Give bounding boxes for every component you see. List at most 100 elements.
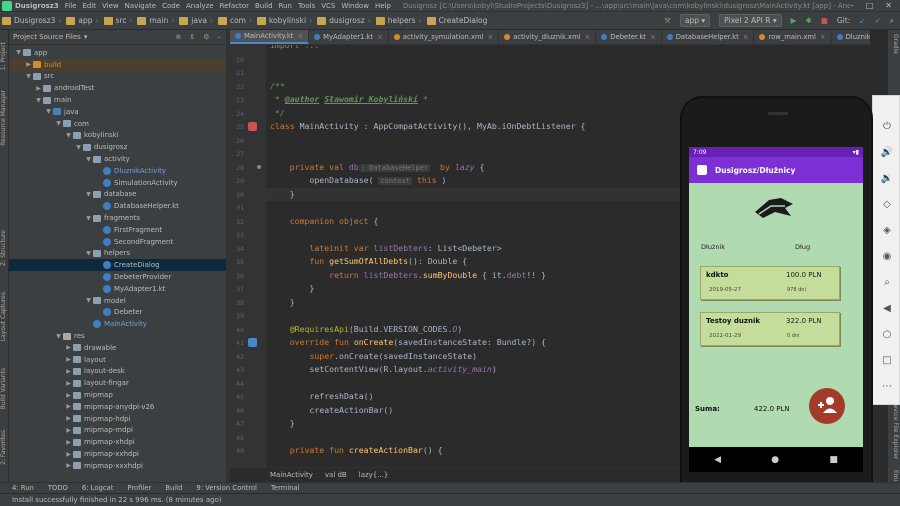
chevron-down-icon[interactable]: ▼ (85, 297, 92, 304)
tool-build-variants[interactable]: Build Variants (0, 368, 9, 409)
tree-item[interactable]: ▼ fragments (9, 212, 226, 224)
camera-icon[interactable]: ◉ (880, 250, 894, 264)
menu-run[interactable]: Run (279, 2, 292, 10)
code-line[interactable]: refreshData() (270, 391, 373, 401)
close-icon[interactable]: ✕ (885, 1, 892, 10)
tool-logcat[interactable]: 6: Logcat (82, 484, 113, 492)
code-line[interactable]: override fun onCreate(savedInstanceState… (270, 337, 546, 347)
tree-item[interactable]: ▼ helpers (9, 248, 226, 260)
menu-tools[interactable]: Tools (298, 2, 315, 10)
nav-recents-icon[interactable]: ■ (829, 455, 838, 465)
chevron-right-icon[interactable]: ▶ (65, 415, 72, 422)
tree-item[interactable]: SimulationActivity (9, 177, 226, 189)
tree-item[interactable]: ▶ mipmap-xhdpi (9, 436, 226, 448)
tree-item[interactable]: ▶ mipmap-mdpi (9, 425, 226, 437)
tree-item[interactable]: ▶ mipmap-xxhdpi (9, 448, 226, 460)
tree-item[interactable]: MainActivity (9, 318, 226, 330)
debtor-card[interactable]: kdkto 100.0 PLN 2019-05-27 978 dni (700, 266, 840, 300)
code-line[interactable]: setContentView(R.layout.activity_main) (270, 364, 496, 374)
crumb-item[interactable]: CreateDialog (439, 16, 488, 25)
close-tab-icon[interactable]: × (743, 33, 749, 41)
chevron-right-icon[interactable]: ▶ (65, 368, 72, 375)
chevron-right-icon[interactable]: ▶ (65, 439, 72, 446)
editor-tab[interactable]: MainActivity.kt × (230, 30, 310, 44)
menu-file[interactable]: File (65, 2, 77, 10)
close-tab-icon[interactable]: × (650, 33, 656, 41)
back-icon[interactable]: ◀ (880, 302, 894, 316)
minimize-icon[interactable]: – (850, 1, 854, 10)
tree-item[interactable]: ▶ layout (9, 354, 226, 366)
editor-tab[interactable]: activity_symulation.xml × (389, 30, 500, 44)
close-tab-icon[interactable]: × (297, 32, 303, 40)
run-config-select[interactable]: app ▾ (679, 14, 711, 27)
editor-tab[interactable]: DatabaseHelper.kt × (662, 30, 755, 44)
tree-item[interactable]: ▶ layout-fingar (9, 377, 226, 389)
tree-item[interactable]: ▶ androidTest (9, 82, 226, 94)
editor-tab[interactable]: MyAdapter1.kt × (309, 30, 389, 44)
code-line[interactable]: * @author Sławomir Kobyliński * (270, 94, 428, 104)
chevron-right-icon[interactable]: ▶ (65, 403, 72, 410)
tree-item[interactable]: Debeter (9, 307, 226, 319)
chevron-down-icon[interactable]: ▼ (35, 97, 42, 104)
menu-code[interactable]: Code (162, 2, 180, 10)
chevron-down-icon[interactable]: ▼ (45, 108, 52, 115)
git-update-icon[interactable]: ↙ (859, 16, 865, 25)
tree-item[interactable]: ▼ model (9, 295, 226, 307)
chevron-right-icon[interactable]: ▶ (65, 451, 72, 458)
tree-item[interactable]: ▶ mipmap (9, 389, 226, 401)
phone-screen[interactable]: 7:09 ▾▮ Dusigrosz/Dłużnicy Dłużnik Dług … (689, 147, 863, 472)
tree-item[interactable]: ▼ java (9, 106, 226, 118)
tool-todo[interactable]: TODO (48, 484, 68, 492)
code-line[interactable]: } (270, 418, 295, 428)
settings-gear-icon[interactable]: ⚙ (203, 33, 209, 41)
close-tab-icon[interactable]: × (377, 33, 383, 41)
collapse-all-icon[interactable]: ⇕ (189, 33, 195, 41)
code-line[interactable]: lateinit var listDebters: List<Debeter> (270, 243, 501, 253)
tree-item[interactable]: ▶ drawable (9, 342, 226, 354)
tree-item[interactable]: ▼ com (9, 118, 226, 130)
crumb-property[interactable]: val dB (325, 471, 347, 479)
tool-terminal[interactable]: Terminal (271, 484, 300, 492)
chevron-right-icon[interactable]: ▶ (65, 392, 72, 399)
tool-device-file-explorer[interactable]: Device File Explorer (890, 400, 899, 459)
tree-item[interactable]: ▼ res (9, 330, 226, 342)
chevron-right-icon[interactable]: ▶ (25, 61, 32, 68)
code-line[interactable]: } (270, 283, 314, 293)
rotate-right-icon[interactable]: ◈ (880, 224, 894, 238)
chevron-right-icon[interactable]: ▶ (35, 85, 42, 92)
hide-icon[interactable]: – (218, 33, 222, 41)
tool-resource-manager[interactable]: Resource Manager (0, 90, 9, 146)
menu-build[interactable]: Build (255, 2, 273, 10)
device-select[interactable]: Pixel 2 API R ▾ (719, 14, 782, 27)
menu-view[interactable]: View (102, 2, 119, 10)
menu-vcs[interactable]: VCS (321, 2, 335, 10)
chevron-down-icon[interactable]: ▼ (85, 156, 92, 163)
code-line[interactable]: } (270, 189, 295, 199)
chevron-down-icon[interactable]: ▼ (75, 144, 82, 151)
tool-favorites[interactable]: 2: Favorites (0, 430, 9, 465)
tree-item[interactable]: CreateDialog (9, 259, 226, 272)
menu-help[interactable]: Help (375, 2, 391, 10)
editor-tab[interactable]: Debeter.kt × (596, 30, 662, 44)
menu-window[interactable]: Window (341, 2, 369, 10)
tree-item[interactable]: DebeterProvider (9, 271, 226, 283)
tool-layout-captures[interactable]: Layout Captures (0, 292, 9, 341)
nav-back-icon[interactable]: ◀ (714, 455, 721, 465)
project-view-select[interactable]: Project Source Files (13, 33, 81, 41)
maximize-icon[interactable]: □ (866, 1, 874, 10)
line-number-gutter[interactable]: 20 21 22 23 24 25 26 27 28 29 30 31 32 33 34 35 36 37 38 39… (230, 45, 266, 467)
fold-icon[interactable] (257, 164, 261, 169)
chevron-down-icon[interactable]: ▼ (55, 333, 62, 340)
chevron-right-icon[interactable]: ▶ (65, 344, 72, 351)
crumb-item[interactable]: app (78, 16, 92, 25)
volume-up-icon[interactable]: 🔊 (880, 146, 894, 160)
chevron-right-icon[interactable]: ▶ (65, 427, 72, 434)
chevron-down-icon[interactable]: ▼ (25, 73, 32, 80)
tree-item[interactable]: ▼ activity (9, 153, 226, 165)
debug-icon[interactable]: ✱ (805, 16, 811, 25)
hammer-icon[interactable]: ⚒ (664, 16, 671, 25)
editor-tab[interactable]: DluznikActivity.kt× (832, 30, 870, 44)
tree-item[interactable]: DluznikActivity (9, 165, 226, 177)
code-line[interactable]: /** (270, 81, 285, 91)
crumb-item[interactable]: Dusigrosz3 (14, 16, 55, 25)
